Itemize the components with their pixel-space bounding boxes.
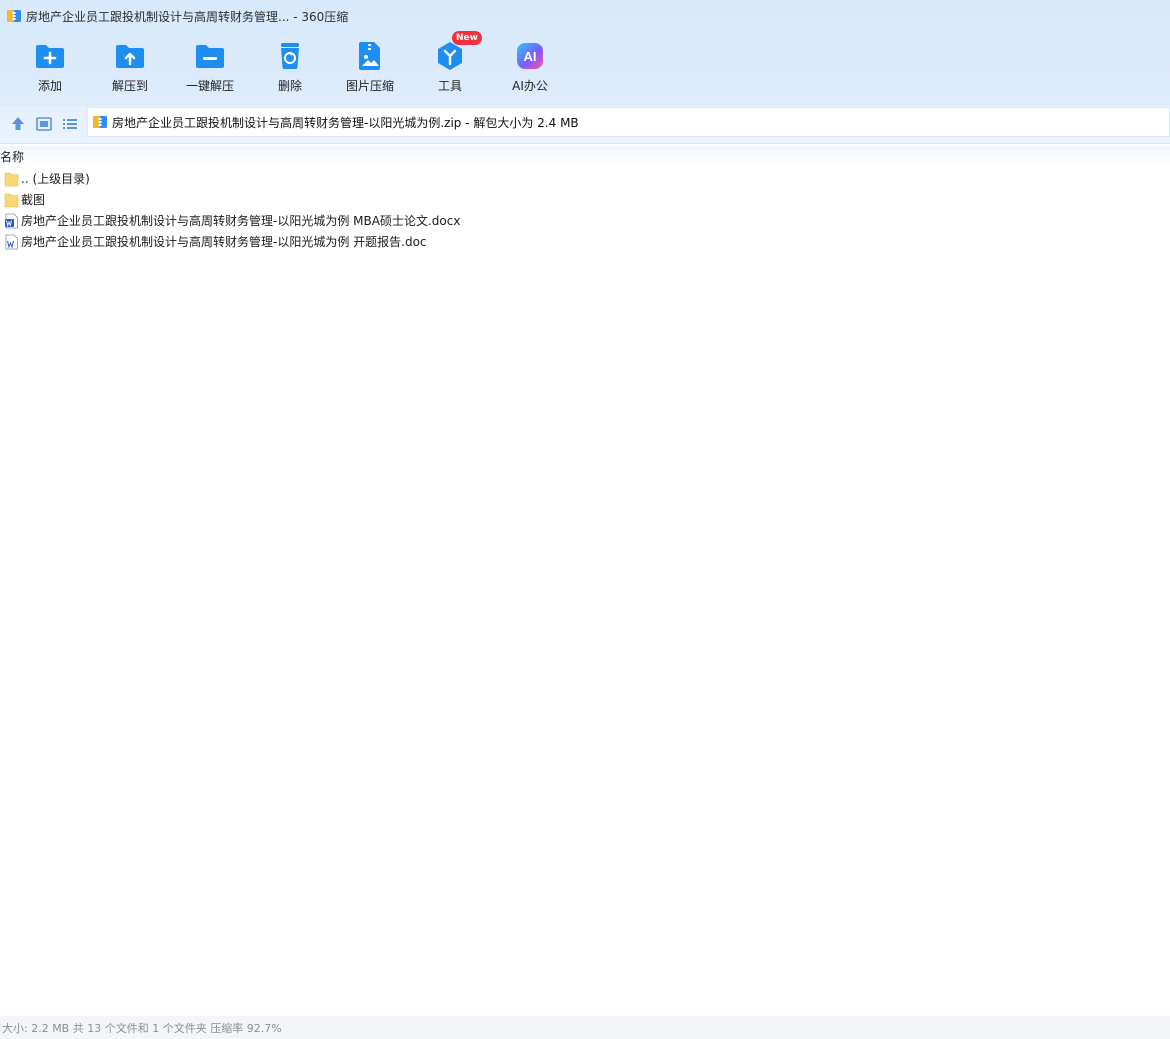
file-list: .. (上级目录) 截图 房地产企业员工跟投机制设计与高周转财务管理-以阳光城为… xyxy=(0,168,1170,252)
up-arrow-icon[interactable] xyxy=(7,113,29,135)
add-label: 添加 xyxy=(37,79,62,93)
image-compress-icon xyxy=(359,42,380,70)
new-badge: New xyxy=(452,31,482,45)
title-bar: 房地产企业员工跟投机制设计与高周转财务管理... - 360压缩 xyxy=(0,0,1170,32)
list-item-proposal-doc[interactable]: 房地产企业员工跟投机制设计与高周转财务管理-以阳光城为例 开题报告.doc xyxy=(0,231,1170,252)
app-window: 房地产企业员工跟投机制设计与高周转财务管理... - 360压缩 添加 解压到 xyxy=(0,0,1170,1039)
extract-to-icon xyxy=(116,45,144,68)
extract-to-label: 解压到 xyxy=(111,79,148,93)
tools-label: 工具 xyxy=(437,79,462,93)
status-bar: 大小: 2.2 MB 共 13 个文件和 1 个文件夹 压缩率 92.7% xyxy=(0,1016,1170,1039)
address-field[interactable]: 房地产企业员工跟投机制设计与高周转财务管理-以阳光城为例.zip - 解包大小为… xyxy=(87,107,1170,137)
top-panel: 房地产企业员工跟投机制设计与高周转财务管理... - 360压缩 添加 解压到 xyxy=(0,0,1170,106)
folder-icon xyxy=(4,172,19,186)
word-doc-icon xyxy=(5,213,18,228)
list-item-parent-dir[interactable]: .. (上级目录) xyxy=(0,168,1170,189)
delete-icon xyxy=(281,43,299,69)
thumbnail-view-icon[interactable] xyxy=(33,113,55,135)
ai-office-label: AI办公 xyxy=(512,79,548,93)
list-view-icon[interactable] xyxy=(59,113,81,135)
tools-button[interactable]: New 工具 xyxy=(410,31,490,98)
delete-label: 删除 xyxy=(277,79,302,93)
toolbar: 添加 解压到 一键解压 删除 图片压缩 New 工具 AI AI办公 xyxy=(0,31,600,100)
folder-icon xyxy=(4,193,19,207)
image-compress-label: 图片压缩 xyxy=(345,79,394,93)
list-item-name: 房地产企业员工跟投机制设计与高周转财务管理-以阳光城为例 开题报告.doc xyxy=(21,235,427,249)
list-header: 名称 xyxy=(0,146,1170,168)
list-item-name: .. (上级目录) xyxy=(21,172,90,186)
status-text: 大小: 2.2 MB 共 13 个文件和 1 个文件夹 压缩率 92.7% xyxy=(2,1021,282,1035)
image-compress-button[interactable]: 图片压缩 xyxy=(330,36,410,98)
extract-to-button[interactable]: 解压到 xyxy=(90,36,170,98)
add-button[interactable]: 添加 xyxy=(10,36,90,98)
list-item-name: 截图 xyxy=(21,193,46,207)
one-click-extract-label: 一键解压 xyxy=(185,79,234,93)
add-icon xyxy=(36,45,64,68)
window-title: 房地产企业员工跟投机制设计与高周转财务管理... - 360压缩 xyxy=(26,9,349,24)
zip-file-icon xyxy=(93,116,107,128)
list-item-name: 房地产企业员工跟投机制设计与高周转财务管理-以阳光城为例 MBA硕士论文.doc… xyxy=(21,214,461,228)
ai-office-icon: AI xyxy=(517,43,543,69)
archive-app-icon xyxy=(7,10,21,22)
one-click-extract-icon xyxy=(196,45,224,68)
address-bar: 房地产企业员工跟投机制设计与高周转财务管理-以阳光城为例.zip - 解包大小为… xyxy=(0,106,1170,144)
column-header-name[interactable]: 名称 xyxy=(0,148,24,165)
ai-glyph: AI xyxy=(524,49,537,64)
word-doc-icon xyxy=(5,234,18,249)
address-path: 房地产企业员工跟投机制设计与高周转财务管理-以阳光城为例.zip - 解包大小为… xyxy=(112,115,579,130)
ai-office-button[interactable]: AI AI办公 xyxy=(490,36,570,98)
delete-button[interactable]: 删除 xyxy=(250,36,330,98)
one-click-extract-button[interactable]: 一键解压 xyxy=(170,36,250,98)
list-item-thesis-docx[interactable]: 房地产企业员工跟投机制设计与高周转财务管理-以阳光城为例 MBA硕士论文.doc… xyxy=(0,210,1170,231)
list-item-screenshots-folder[interactable]: 截图 xyxy=(0,189,1170,210)
